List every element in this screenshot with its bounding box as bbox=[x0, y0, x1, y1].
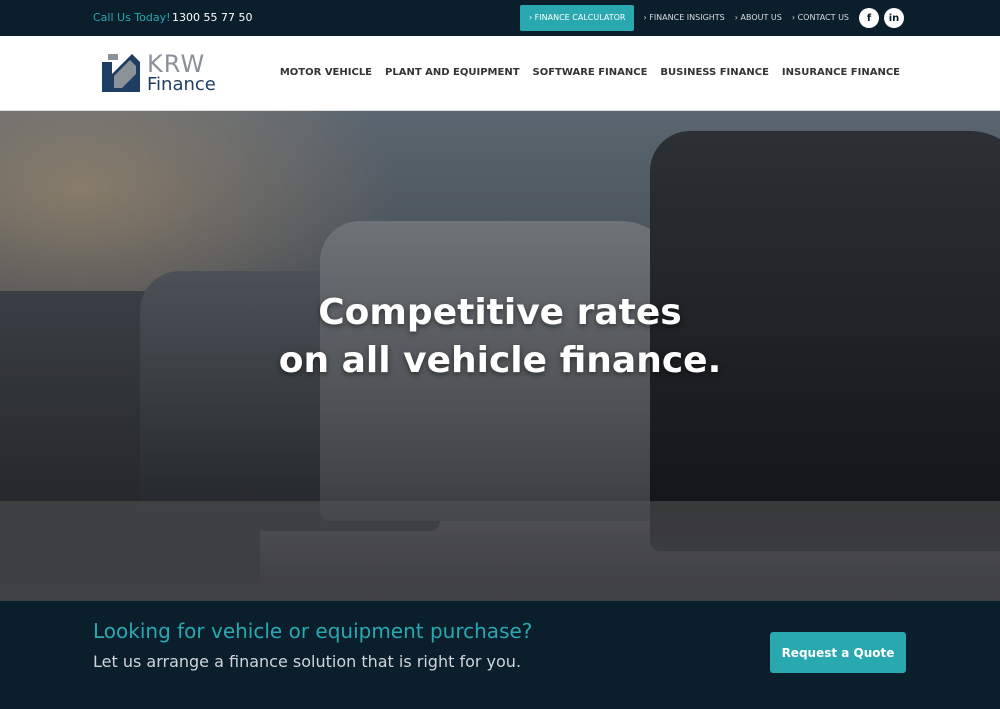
main-nav: MOTOR VEHICLE PLANT AND EQUIPMENT SOFTWA… bbox=[280, 67, 900, 78]
cta-text: Let us arrange a finance solution that i… bbox=[93, 652, 522, 671]
contact-us-link[interactable]: › CONTACT US bbox=[787, 5, 854, 31]
hero-title: Competitive rates on all vehicle finance… bbox=[0, 289, 1000, 385]
nav-business-finance[interactable]: BUSINESS FINANCE bbox=[660, 67, 769, 78]
nav-software-finance[interactable]: SOFTWARE FINANCE bbox=[533, 67, 648, 78]
logo-mark-icon bbox=[102, 54, 140, 92]
logo-finance: Finance bbox=[147, 74, 216, 95]
finance-calculator-link[interactable]: › FINANCE CALCULATOR bbox=[519, 5, 635, 31]
phone-number[interactable]: 1300 55 77 50 bbox=[172, 11, 252, 24]
top-links: › FINANCE CALCULATOR › FINANCE INSIGHTS … bbox=[519, 5, 904, 31]
request-quote-button[interactable]: Request a Quote bbox=[770, 632, 906, 673]
top-bar: Call Us Today! 1300 55 77 50 › FINANCE C… bbox=[0, 0, 1000, 36]
main-header: KRW Finance MOTOR VEHICLE PLANT AND EQUI… bbox=[0, 36, 1000, 111]
cta-heading: Looking for vehicle or equipment purchas… bbox=[93, 619, 533, 643]
finance-insights-link[interactable]: › FINANCE INSIGHTS bbox=[638, 5, 729, 31]
linkedin-icon[interactable]: in bbox=[884, 8, 904, 28]
logo-krw: KRW bbox=[147, 50, 206, 78]
about-us-link[interactable]: › ABOUT US bbox=[730, 5, 787, 31]
hero-line-1: Competitive rates bbox=[318, 292, 682, 333]
nav-insurance-finance[interactable]: INSURANCE FINANCE bbox=[782, 67, 900, 78]
hero-banner: Competitive rates on all vehicle finance… bbox=[0, 111, 1000, 601]
call-label: Call Us Today! bbox=[93, 11, 171, 24]
nav-motor-vehicle[interactable]: MOTOR VEHICLE bbox=[280, 67, 372, 78]
facebook-icon[interactable]: f bbox=[859, 8, 879, 28]
cta-section: Looking for vehicle or equipment purchas… bbox=[0, 601, 1000, 709]
hero-line-2: on all vehicle finance. bbox=[278, 340, 722, 381]
road bbox=[0, 501, 1000, 601]
nav-plant-equipment[interactable]: PLANT AND EQUIPMENT bbox=[385, 67, 519, 78]
logo[interactable]: KRW Finance bbox=[102, 52, 216, 94]
